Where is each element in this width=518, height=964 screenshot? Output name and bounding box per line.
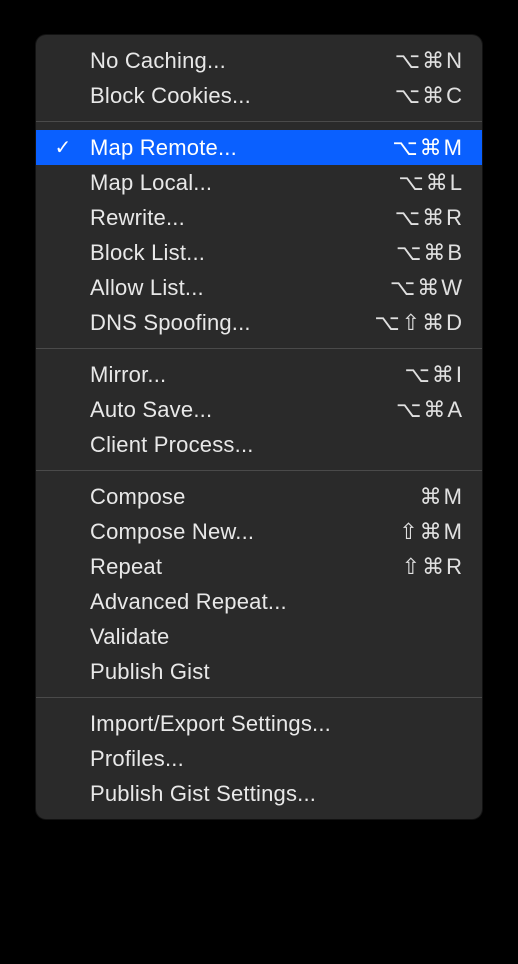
menu-item-shortcut: ⌥⌘I <box>405 362 464 388</box>
menu-item-dns-spoofing[interactable]: DNS Spoofing...⌥⇧⌘D <box>36 305 482 340</box>
menu-item-publish-gist-settings[interactable]: Publish Gist Settings... <box>36 776 482 811</box>
menu-item-import-export-settings[interactable]: Import/Export Settings... <box>36 706 482 741</box>
menu-item-label: Compose <box>90 484 420 510</box>
menu-item-compose-new[interactable]: Compose New...⇧⌘M <box>36 514 482 549</box>
menu-item-shortcut: ⌥⌘L <box>398 170 464 196</box>
menu-item-validate[interactable]: Validate <box>36 619 482 654</box>
menu-item-shortcut: ⌥⌘N <box>395 48 464 74</box>
menu-item-label: Block List... <box>90 240 396 266</box>
check-icon: ✓ <box>36 135 90 160</box>
menu-item-label: Advanced Repeat... <box>90 589 464 615</box>
menu-item-label: Auto Save... <box>90 397 396 423</box>
menu-item-shortcut: ⌥⌘R <box>395 205 464 231</box>
menu-item-map-remote[interactable]: ✓Map Remote...⌥⌘M <box>36 130 482 165</box>
menu-item-shortcut: ⌘M <box>420 484 464 510</box>
menu-item-shortcut: ⌥⌘A <box>396 397 464 423</box>
menu-separator <box>36 348 482 349</box>
menu-item-auto-save[interactable]: Auto Save...⌥⌘A <box>36 392 482 427</box>
menu-item-shortcut: ⇧⌘M <box>399 519 464 545</box>
menu-item-label: Profiles... <box>90 746 464 772</box>
menu-item-no-caching[interactable]: No Caching...⌥⌘N <box>36 43 482 78</box>
menu-item-allow-list[interactable]: Allow List...⌥⌘W <box>36 270 482 305</box>
menu-item-label: DNS Spoofing... <box>90 310 374 336</box>
menu-item-label: Mirror... <box>90 362 405 388</box>
menu-item-label: Publish Gist <box>90 659 464 685</box>
menu-item-repeat[interactable]: Repeat⇧⌘R <box>36 549 482 584</box>
menu-item-shortcut: ⌥⇧⌘D <box>374 310 464 336</box>
menu-item-shortcut: ⌥⌘C <box>395 83 464 109</box>
menu-item-shortcut: ⇧⌘R <box>402 554 464 580</box>
menu-item-shortcut: ⌥⌘W <box>390 275 464 301</box>
menu-item-label: Rewrite... <box>90 205 395 231</box>
menu-item-label: No Caching... <box>90 48 395 74</box>
menu-item-label: Allow List... <box>90 275 390 301</box>
menu-item-map-local[interactable]: Map Local...⌥⌘L <box>36 165 482 200</box>
menu-item-publish-gist[interactable]: Publish Gist <box>36 654 482 689</box>
menu-item-label: Client Process... <box>90 432 464 458</box>
menu-item-label: Block Cookies... <box>90 83 395 109</box>
menu-item-label: Repeat <box>90 554 402 580</box>
menu-item-profiles[interactable]: Profiles... <box>36 741 482 776</box>
menu-item-client-process[interactable]: Client Process... <box>36 427 482 462</box>
menu-item-advanced-repeat[interactable]: Advanced Repeat... <box>36 584 482 619</box>
menu-item-label: Validate <box>90 624 464 650</box>
menu-separator <box>36 470 482 471</box>
menu-item-mirror[interactable]: Mirror...⌥⌘I <box>36 357 482 392</box>
menu-item-block-cookies[interactable]: Block Cookies...⌥⌘C <box>36 78 482 113</box>
context-menu: No Caching...⌥⌘NBlock Cookies...⌥⌘C✓Map … <box>36 35 482 819</box>
menu-item-shortcut: ⌥⌘B <box>396 240 464 266</box>
menu-item-block-list[interactable]: Block List...⌥⌘B <box>36 235 482 270</box>
menu-item-compose[interactable]: Compose⌘M <box>36 479 482 514</box>
menu-item-shortcut: ⌥⌘M <box>392 135 464 161</box>
menu-item-label: Publish Gist Settings... <box>90 781 464 807</box>
menu-separator <box>36 121 482 122</box>
menu-item-label: Map Remote... <box>90 135 392 161</box>
menu-item-label: Compose New... <box>90 519 399 545</box>
menu-separator <box>36 697 482 698</box>
menu-item-rewrite[interactable]: Rewrite...⌥⌘R <box>36 200 482 235</box>
menu-item-label: Map Local... <box>90 170 398 196</box>
menu-item-label: Import/Export Settings... <box>90 711 464 737</box>
